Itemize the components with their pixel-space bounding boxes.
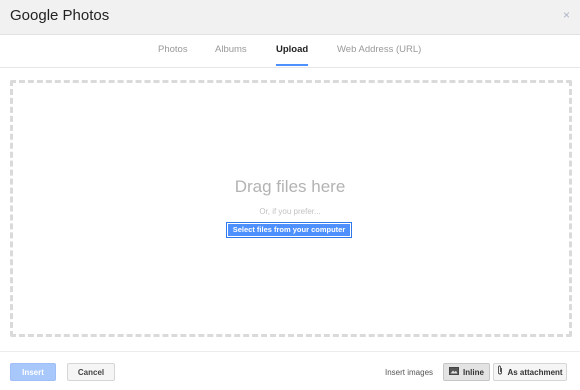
tab-web-address[interactable]: Web Address (URL) <box>337 44 421 55</box>
paperclip-icon <box>497 364 503 382</box>
dialog-header: Google Photos × <box>0 0 580 35</box>
or-prefer-text: Or, if you prefer... <box>259 207 321 216</box>
attachment-label: As attachment <box>507 368 563 378</box>
image-icon <box>449 364 460 382</box>
active-tab-indicator <box>276 64 308 66</box>
tab-photos[interactable]: Photos <box>158 44 188 55</box>
insert-button[interactable]: Insert <box>10 363 56 381</box>
tab-upload[interactable]: Upload <box>276 44 308 55</box>
close-icon[interactable]: × <box>563 8 570 22</box>
inline-label: Inline <box>463 368 484 378</box>
tab-albums[interactable]: Albums <box>215 44 247 55</box>
as-attachment-button[interactable]: As attachment <box>493 363 567 381</box>
cancel-button[interactable]: Cancel <box>67 363 115 381</box>
drag-files-text: Drag files here <box>234 177 346 196</box>
insert-images-label: Insert images <box>385 368 434 377</box>
inline-button[interactable]: Inline <box>443 363 490 381</box>
tab-bar: Photos Albums Upload Web Address (URL) <box>0 34 580 68</box>
select-files-button[interactable]: Select files from your computer <box>226 222 352 238</box>
dialog-title: Google Photos <box>10 7 110 24</box>
